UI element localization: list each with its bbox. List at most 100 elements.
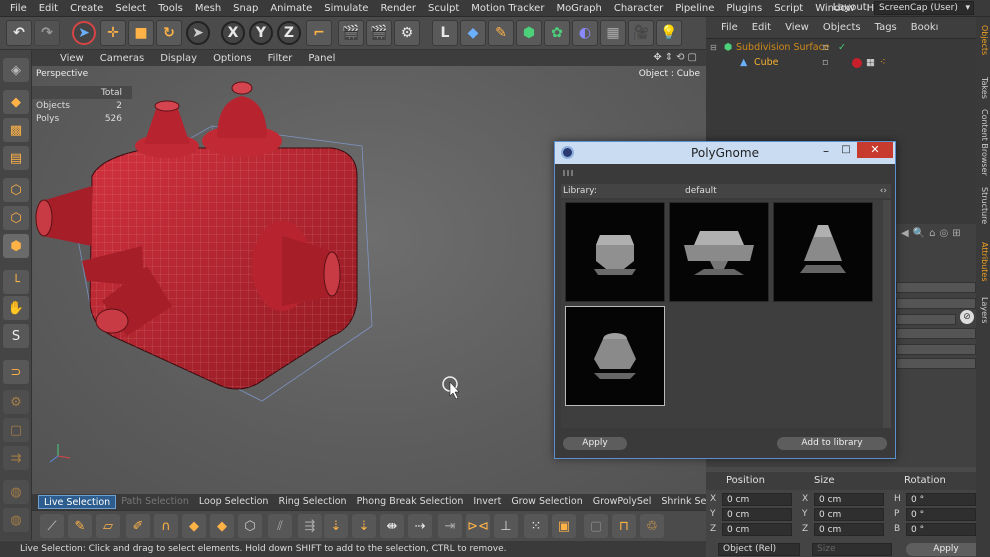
x-axis-button[interactable]: X bbox=[221, 21, 245, 45]
expand-icon[interactable]: ⊟ bbox=[710, 41, 717, 55]
menu-plugins[interactable]: Plugins bbox=[720, 3, 768, 14]
coord-size-field[interactable]: 0 cm bbox=[814, 523, 884, 536]
attribute-field[interactable] bbox=[896, 298, 976, 309]
cube-primitive-icon[interactable]: ◆ bbox=[460, 20, 486, 46]
subdivision-icon[interactable]: ⬢ bbox=[516, 20, 542, 46]
magnet-icon[interactable]: ∩ bbox=[154, 514, 178, 538]
menu-animate[interactable]: Animate bbox=[264, 3, 318, 14]
vertical-tab-structure[interactable]: Structure bbox=[977, 187, 989, 224]
attribute-dropdown[interactable] bbox=[896, 344, 976, 355]
coord-rot-field[interactable]: 0 ° bbox=[906, 493, 976, 506]
viewport-navigation-icons[interactable]: ✥⇕⟲▢ bbox=[653, 52, 700, 63]
matrix-extrude-icon[interactable]: ⫽ bbox=[268, 514, 292, 538]
knife-icon[interactable]: ⟋ bbox=[40, 514, 64, 538]
om-menu-objects[interactable]: Objects bbox=[816, 22, 868, 33]
visibility-dots-icon[interactable]: ▫ bbox=[822, 41, 828, 55]
polygnome-titlebar[interactable]: PolyGnome – □ ✕ bbox=[555, 142, 895, 164]
tab-phong-break-selection[interactable]: Phong Break Selection bbox=[352, 495, 469, 509]
floor-icon[interactable]: ▦ bbox=[600, 20, 626, 46]
cube-tool-icon[interactable]: ▣ bbox=[552, 514, 576, 538]
brush-icon[interactable]: ✎ bbox=[68, 514, 92, 538]
coordinate-mode-select[interactable]: Object (Rel) bbox=[718, 543, 800, 556]
menu-mograph[interactable]: MoGraph bbox=[550, 3, 607, 14]
normal-scale-icon[interactable]: ⇣ bbox=[352, 514, 376, 538]
undo-icon[interactable]: ↶ bbox=[6, 20, 32, 46]
render-settings-icon[interactable]: ⚙ bbox=[394, 20, 420, 46]
light-icon[interactable]: 💡 bbox=[656, 20, 682, 46]
coord-pos-field[interactable]: 0 cm bbox=[722, 508, 792, 521]
scale-tool-icon[interactable]: ■ bbox=[128, 20, 154, 46]
solo-icon[interactable]: S bbox=[3, 324, 29, 348]
tab-loop-selection[interactable]: Loop Selection bbox=[194, 495, 274, 509]
vertical-tab-objects[interactable]: Objects bbox=[977, 25, 989, 55]
link-icon[interactable]: ⊘ bbox=[960, 310, 974, 324]
tab-path-selection[interactable]: Path Selection bbox=[116, 495, 194, 509]
vertical-tab-takes[interactable]: Takes bbox=[977, 77, 989, 99]
render-view-icon[interactable]: 🎬 bbox=[338, 20, 364, 46]
om-menu-edit[interactable]: Edit bbox=[745, 22, 778, 33]
viewport-menu-display[interactable]: Display bbox=[152, 53, 205, 64]
om-menu-bookı[interactable]: Bookı bbox=[904, 22, 946, 33]
vertical-tab-content-browser[interactable]: Content Browser bbox=[977, 109, 989, 176]
menu-motion-tracker[interactable]: Motion Tracker bbox=[465, 3, 550, 14]
tab-ring-selection[interactable]: Ring Selection bbox=[273, 495, 351, 509]
add-to-library-button[interactable]: Add to library bbox=[777, 437, 887, 450]
mirror-icon[interactable]: ⇼ bbox=[380, 514, 404, 538]
tab-live-selection[interactable]: Live Selection bbox=[38, 495, 117, 509]
tweak-mode-icon[interactable]: ✋ bbox=[3, 296, 29, 320]
enabled-check-icon[interactable]: ✓ bbox=[838, 41, 846, 55]
om-menu-tags[interactable]: Tags bbox=[868, 22, 904, 33]
ghost-cube-icon[interactable]: ▢ bbox=[584, 514, 608, 538]
library-name[interactable]: default bbox=[685, 184, 717, 198]
coordinate-system-icon[interactable]: ⌐ bbox=[306, 20, 332, 46]
om-menu-view[interactable]: View bbox=[778, 22, 816, 33]
extrude-inner-icon[interactable]: ◆ bbox=[210, 514, 234, 538]
select-tool-icon[interactable]: ➤ bbox=[72, 21, 96, 45]
size-mode-select[interactable]: Size bbox=[812, 543, 892, 556]
menu-create[interactable]: Create bbox=[64, 3, 109, 14]
loop-cut-icon[interactable]: ⊓ bbox=[612, 514, 636, 538]
edges-mode-icon[interactable]: ⬡ bbox=[3, 206, 29, 230]
menu-file[interactable]: File bbox=[4, 3, 33, 14]
optimize-icon[interactable]: ♲ bbox=[640, 514, 664, 538]
axis-mode-icon[interactable]: └ bbox=[3, 270, 29, 294]
coord-size-field[interactable]: 0 cm bbox=[814, 508, 884, 521]
deformer-icon[interactable]: ◐ bbox=[572, 20, 598, 46]
bridge-icon[interactable]: ✐ bbox=[126, 514, 150, 538]
viewport-menu-view[interactable]: View bbox=[52, 53, 92, 64]
workplane-icon[interactable]: ▤ bbox=[3, 146, 29, 170]
coord-rot-field[interactable]: 0 ° bbox=[906, 523, 976, 536]
close-icon[interactable]: ✕ bbox=[857, 142, 893, 158]
snap-icon[interactable]: ⊃ bbox=[3, 360, 29, 384]
pen-spline-icon[interactable]: ✎ bbox=[488, 20, 514, 46]
object-row-cube[interactable]: ▲ Cube ▫ ▦ ⁖ bbox=[706, 56, 976, 70]
menu-select[interactable]: Select bbox=[109, 3, 152, 14]
polygon-pen-icon[interactable]: ▱ bbox=[96, 514, 120, 538]
coord-rot-field[interactable]: 0 ° bbox=[906, 508, 976, 521]
menu-character[interactable]: Character bbox=[608, 3, 669, 14]
menu-edit[interactable]: Edit bbox=[33, 3, 64, 14]
bevel-icon[interactable]: ⬡ bbox=[238, 514, 262, 538]
menu-snap[interactable]: Snap bbox=[227, 3, 264, 14]
array-icon[interactable]: ⁙ bbox=[524, 514, 548, 538]
symmetry-icon[interactable]: ⊳⊲ bbox=[466, 514, 490, 538]
sculpt-icon[interactable]: ◍ bbox=[3, 480, 29, 504]
object-name-subdivision[interactable]: Subdivision Surface bbox=[736, 41, 830, 55]
coord-pos-field[interactable]: 0 cm bbox=[722, 523, 792, 536]
coord-pos-field[interactable]: 0 cm bbox=[722, 493, 792, 506]
rotate-tool-icon[interactable]: ↻ bbox=[156, 20, 182, 46]
viewport-menu-cameras[interactable]: Cameras bbox=[92, 53, 152, 64]
polygnome-apply-button[interactable]: Apply bbox=[563, 437, 627, 450]
library-thumbnail[interactable] bbox=[565, 202, 665, 302]
menu-script[interactable]: Script bbox=[768, 3, 809, 14]
stitch-icon[interactable]: ⇥ bbox=[438, 514, 462, 538]
locked-workplane-icon[interactable]: ⚙ bbox=[3, 390, 29, 414]
grip-icon[interactable] bbox=[563, 170, 573, 176]
minimize-icon[interactable]: – bbox=[817, 144, 835, 160]
attribute-field[interactable] bbox=[896, 314, 956, 325]
layout-select[interactable]: ScreenCap (User) bbox=[874, 1, 974, 15]
attribute-field[interactable] bbox=[896, 282, 976, 293]
attributes-nav-icons[interactable]: ◀🔍⌂◎⊞ bbox=[901, 228, 965, 239]
move-tool-icon[interactable]: ✛ bbox=[100, 20, 126, 46]
render-picture-viewer-icon[interactable]: 🎬 bbox=[366, 20, 392, 46]
